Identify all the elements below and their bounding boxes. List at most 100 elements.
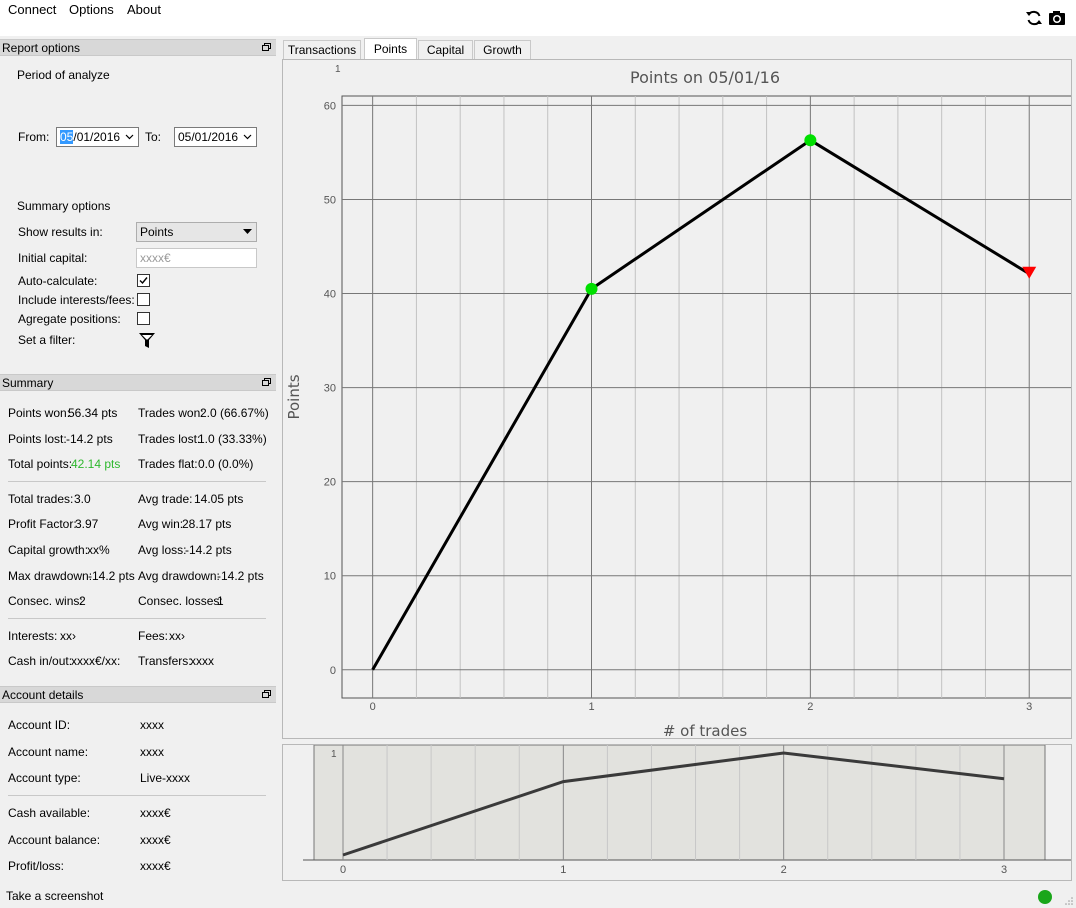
float-icon[interactable] <box>262 690 271 698</box>
trades-flat-value: 0.0 (0.0%) <box>198 457 254 471</box>
win-marker[interactable] <box>804 134 817 147</box>
initial-capital-input[interactable]: xxxx€ <box>136 248 257 268</box>
chart-title: Points on 05/01/16 <box>630 68 780 87</box>
tab-capital[interactable]: Capital <box>418 40 473 59</box>
account-type-value: Live-xxxx <box>140 771 191 785</box>
auto-calculate-checkbox[interactable] <box>137 274 150 287</box>
avg-loss-value: -14.2 pts <box>185 543 232 557</box>
points-chart[interactable]: 0 10 20 30 40 50 60 0123 1 Points on 05/01/16 … <box>282 59 1072 739</box>
initial-capital-label: Initial capital: <box>18 251 88 265</box>
account-balance-value: xxxx€ <box>140 833 171 847</box>
y-tick-label: 0 <box>330 665 336 677</box>
x-tick-label: 0 <box>370 701 376 713</box>
tab-points[interactable]: Points <box>364 38 417 60</box>
y-tick-label: 60 <box>324 100 336 112</box>
float-icon[interactable] <box>262 43 271 51</box>
overview-chart[interactable]: 0 1 2 3 1 <box>282 744 1072 881</box>
max-drawdown-label: Max drawdown: <box>8 569 93 583</box>
y-tick-label: 20 <box>324 477 336 489</box>
transfers-label: Transfers: <box>138 654 192 668</box>
menu-connect[interactable]: Connect <box>8 2 56 17</box>
interests-value: xx› <box>60 629 76 643</box>
overview-selection-region[interactable] <box>313 745 1046 861</box>
trades-lost-label: Trades lost: <box>138 432 201 446</box>
include-interests-checkbox[interactable] <box>137 293 150 306</box>
trades-won-label: Trades won: <box>138 406 204 420</box>
points-lost-label: Points lost: <box>8 432 67 446</box>
y-tick-label: 50 <box>324 194 336 206</box>
profit-loss-value: xxxx€ <box>140 859 171 873</box>
tab-growth[interactable]: Growth <box>474 40 531 59</box>
avg-win-label: Avg win: <box>138 517 184 531</box>
max-drawdown-value: -14.2 pts <box>88 569 135 583</box>
show-results-label: Show results in: <box>18 225 103 239</box>
avg-drawdown-label: Avg drawdown: <box>138 569 220 583</box>
dropdown-arrow-icon <box>243 229 252 234</box>
points-lost-value: -14.2 pts <box>66 432 113 446</box>
to-date-select[interactable]: 05/01/2016 <box>174 127 257 147</box>
trades-lost-value: 1.0 (33.33%) <box>198 432 267 446</box>
total-trades-label: Total trades: <box>8 492 74 506</box>
top-tick-label: 1 <box>335 64 341 75</box>
menu-options[interactable]: Options <box>69 2 114 17</box>
x-tick-label: 2 <box>807 701 813 713</box>
y-tick-label: 10 <box>324 571 336 583</box>
consec-wins-label: Consec. wins: <box>8 594 83 608</box>
transfers-value: xxxx <box>190 654 214 668</box>
account-id-label: Account ID: <box>8 718 71 732</box>
cash-available-value: xxxx€ <box>140 806 171 820</box>
from-label: From: <box>18 130 50 144</box>
consec-wins-value: 2 <box>79 594 86 608</box>
profit-factor-value: 3.97 <box>75 517 99 531</box>
y-tick-label: 40 <box>324 289 336 301</box>
x-axis-label: # of trades <box>663 722 748 738</box>
y-axis-ticks: 0 10 20 30 40 50 60 <box>324 100 336 676</box>
chart-canvas: 0102030405060 0123 1 Points on 05/01/16 … <box>285 64 1071 738</box>
profit-loss-label: Profit/loss: <box>8 859 65 873</box>
period-label: Period of analyze <box>17 68 110 82</box>
to-date-value: 05/01/2016 <box>178 130 239 144</box>
summary-options-label: Summary options <box>17 199 111 213</box>
cash-inout-value: xxxx€/xx: <box>71 654 121 668</box>
status-bar: Take a screenshot <box>0 886 1076 908</box>
account-details-title: Account details <box>2 688 84 702</box>
include-interests-label: Include interests/fees: <box>18 293 135 307</box>
win-marker[interactable] <box>585 282 598 295</box>
fees-label: Fees: <box>138 629 169 643</box>
summary-title: Summary <box>2 376 54 390</box>
agregate-label: Agregate positions: <box>18 312 121 326</box>
profit-factor-label: Profit Factor: <box>8 517 77 531</box>
x-tick-label: 3 <box>1026 701 1032 713</box>
avg-drawdown-value: -14.2 pts <box>217 569 264 583</box>
y-axis-label: Points <box>285 374 303 419</box>
refresh-icon[interactable] <box>1025 9 1043 27</box>
overview-top-tick-label: 1 <box>331 749 337 760</box>
from-date-selection: 05 <box>60 130 74 144</box>
float-icon[interactable] <box>262 378 271 386</box>
chevron-down-icon <box>243 134 252 140</box>
camera-icon[interactable] <box>1048 9 1066 27</box>
show-results-select[interactable]: Points <box>136 222 257 242</box>
menu-about[interactable]: About <box>127 2 161 17</box>
points-won-label: Points won: <box>8 406 71 420</box>
account-balance-label: Account balance: <box>8 833 101 847</box>
account-details-header: Account details <box>0 686 276 703</box>
from-date-select[interactable]: 05/01/2016 <box>56 127 139 147</box>
overview-x-tick-label: 2 <box>781 864 787 876</box>
avg-loss-label: Avg loss: <box>138 543 187 557</box>
agregate-checkbox[interactable] <box>137 312 150 325</box>
capital-growth-label: Capital growth: <box>8 543 89 557</box>
avg-trade-value: 14.05 pts <box>194 492 244 506</box>
total-points-value: 42.14 pts <box>71 457 121 471</box>
tab-transactions[interactable]: Transactions <box>283 40 361 59</box>
from-date-rest: /01/2016 <box>73 130 121 144</box>
consec-losses-value: 1 <box>217 594 224 608</box>
consec-losses-label: Consec. losses: <box>138 594 223 608</box>
filter-icon[interactable] <box>139 332 155 349</box>
checkmark-icon <box>139 277 148 285</box>
overview-canvas: 0 1 2 3 1 <box>283 745 1071 876</box>
avg-trade-label: Avg trade: <box>138 492 193 506</box>
cash-inout-label: Cash in/out: <box>8 654 73 668</box>
resize-grip-icon[interactable] <box>1064 896 1074 906</box>
trades-flat-label: Trades flat: <box>138 457 198 471</box>
